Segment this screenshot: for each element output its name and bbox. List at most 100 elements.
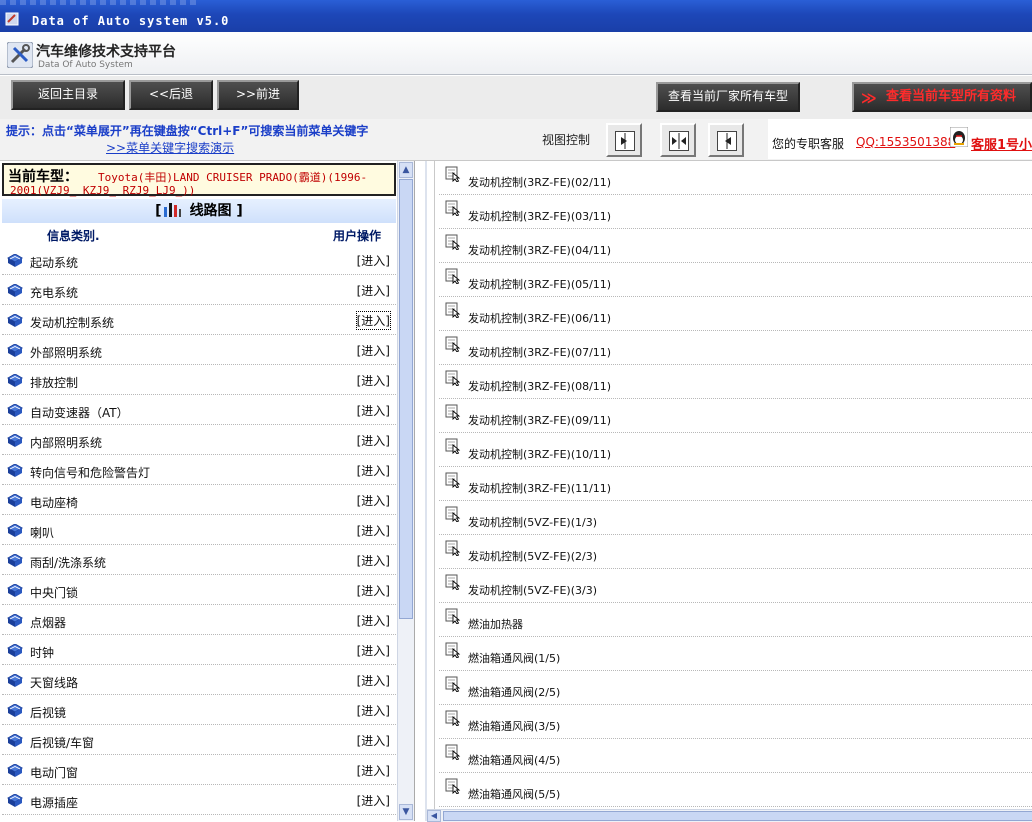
category-row[interactable]: 时钟 [进入] <box>2 635 396 665</box>
category-row[interactable]: 自动变速器（AT） [进入] <box>2 395 396 425</box>
document-name[interactable]: 燃油箱通风阀(5/5) <box>468 786 560 802</box>
document-name[interactable]: 发动机控制(3RZ-FE)(04/11) <box>468 242 611 258</box>
view-expand-left-button[interactable] <box>708 123 744 157</box>
document-row[interactable]: 发动机控制(3RZ-FE)(10/11) <box>439 433 1032 467</box>
cursor-doc-icon <box>445 302 461 319</box>
enter-link[interactable]: [进入] <box>357 432 390 449</box>
enter-link[interactable]: [进入] <box>357 762 390 779</box>
document-name[interactable]: 燃油箱通风阀(4/5) <box>468 752 560 768</box>
document-row[interactable]: 发动机控制(3RZ-FE)(09/11) <box>439 399 1032 433</box>
service-qq-link[interactable]: QQ:1553501388 <box>856 135 955 149</box>
enter-link[interactable]: [进入] <box>357 642 390 659</box>
document-name[interactable]: 燃油箱通风阀(2/5) <box>468 684 560 700</box>
enter-link[interactable]: [进入] <box>355 311 392 330</box>
enter-link[interactable]: [进入] <box>357 552 390 569</box>
category-row[interactable]: 点烟器 [进入] <box>2 605 396 635</box>
document-name[interactable]: 燃油箱通风阀(1/5) <box>468 650 560 666</box>
book-icon <box>6 343 24 358</box>
cursor-doc-icon <box>445 574 461 591</box>
category-row[interactable]: 电动门窗 [进入] <box>2 755 396 785</box>
document-name[interactable]: 发动机控制(3RZ-FE)(06/11) <box>468 310 611 326</box>
document-row[interactable]: 发动机控制(3RZ-FE)(02/11) <box>439 161 1032 195</box>
enter-link[interactable]: [进入] <box>357 282 390 299</box>
document-row[interactable]: 发动机控制(5VZ-FE)(2/3) <box>439 535 1032 569</box>
scroll-left-arrow[interactable]: ◀ <box>427 810 441 822</box>
document-name[interactable]: 发动机控制(5VZ-FE)(2/3) <box>468 548 597 564</box>
document-horizontal-scrollbar[interactable]: ◀ <box>427 809 1032 822</box>
enter-link[interactable]: [进入] <box>357 462 390 479</box>
category-row[interactable]: 电动座椅 [进入] <box>2 485 396 515</box>
scroll-up-arrow[interactable]: ▲ <box>399 162 413 178</box>
enter-link[interactable]: [进入] <box>357 612 390 629</box>
category-row[interactable]: 起动系统 [进入] <box>2 245 396 275</box>
document-row[interactable]: 燃油箱通风阀(2/5) <box>439 671 1032 705</box>
document-name[interactable]: 发动机控制(3RZ-FE)(08/11) <box>468 378 611 394</box>
search-demo-link[interactable]: >>菜单关键字搜索演示 <box>106 139 234 156</box>
document-row[interactable]: 燃油箱通风阀(5/5) <box>439 773 1032 807</box>
document-row[interactable]: 发动机控制(3RZ-FE)(06/11) <box>439 297 1032 331</box>
document-name[interactable]: 燃油加热器 <box>468 616 523 632</box>
category-row[interactable]: 内部照明系统 [进入] <box>2 425 396 455</box>
qq-penguin-icon[interactable] <box>950 127 968 147</box>
document-row[interactable]: 发动机控制(5VZ-FE)(1/3) <box>439 501 1032 535</box>
category-scrollbar[interactable]: ▲ ▼ <box>397 161 414 821</box>
document-name[interactable]: 发动机控制(3RZ-FE)(02/11) <box>468 174 611 190</box>
enter-link[interactable]: [进入] <box>357 402 390 419</box>
document-name[interactable]: 发动机控制(3RZ-FE)(05/11) <box>468 276 611 292</box>
category-row[interactable]: 发动机控制系统 [进入] <box>2 305 396 335</box>
category-row[interactable]: 后视镜/车窗 [进入] <box>2 725 396 755</box>
category-row[interactable]: 排放控制 [进入] <box>2 365 396 395</box>
document-row[interactable]: 发动机控制(3RZ-FE)(07/11) <box>439 331 1032 365</box>
document-row[interactable]: 燃油加热器 <box>439 603 1032 637</box>
document-name[interactable]: 发动机控制(3RZ-FE)(07/11) <box>468 344 611 360</box>
scroll-down-arrow[interactable]: ▼ <box>399 804 413 820</box>
category-row[interactable]: 后视镜 [进入] <box>2 695 396 725</box>
document-row[interactable]: 燃油箱通风阀(3/5) <box>439 705 1032 739</box>
enter-link[interactable]: [进入] <box>357 672 390 689</box>
panel-divider <box>434 161 435 809</box>
back-button[interactable]: <<后退 <box>129 80 213 110</box>
document-row[interactable]: 发动机控制(3RZ-FE)(11/11) <box>439 467 1032 501</box>
category-row[interactable]: 中央门锁 [进入] <box>2 575 396 605</box>
document-row[interactable]: 发动机控制(5VZ-FE)(3/3) <box>439 569 1032 603</box>
service-label: 您的专职客服 <box>772 137 845 151</box>
enter-link[interactable]: [进入] <box>357 342 390 359</box>
document-name[interactable]: 发动机控制(3RZ-FE)(10/11) <box>468 446 611 462</box>
view-expand-right-button[interactable] <box>606 123 642 157</box>
scroll-thumb[interactable] <box>399 179 413 619</box>
horizontal-scroll-thumb[interactable] <box>443 811 1032 821</box>
document-row[interactable]: 燃油箱通风阀(1/5) <box>439 637 1032 671</box>
enter-link[interactable]: [进入] <box>357 792 390 809</box>
document-name[interactable]: 发动机控制(5VZ-FE)(1/3) <box>468 514 597 530</box>
enter-link[interactable]: [进入] <box>357 522 390 539</box>
document-name[interactable]: 发动机控制(5VZ-FE)(3/3) <box>468 582 597 598</box>
document-name[interactable]: 发动机控制(3RZ-FE)(03/11) <box>468 208 611 224</box>
category-row[interactable]: 喇叭 [进入] <box>2 515 396 545</box>
category-row[interactable]: 充电系统 [进入] <box>2 275 396 305</box>
document-row[interactable]: 发动机控制(3RZ-FE)(05/11) <box>439 263 1032 297</box>
enter-link[interactable]: [进入] <box>357 252 390 269</box>
category-row[interactable]: 雨刮/洗涤系统 [进入] <box>2 545 396 575</box>
document-row[interactable]: 燃油箱通风阀(4/5) <box>439 739 1032 773</box>
forward-button[interactable]: >>前进 <box>217 80 299 110</box>
document-row[interactable]: 发动机控制(3RZ-FE)(08/11) <box>439 365 1032 399</box>
view-split-button[interactable] <box>660 123 696 157</box>
enter-link[interactable]: [进入] <box>357 582 390 599</box>
category-row[interactable]: 电源插座 [进入] <box>2 785 396 815</box>
enter-link[interactable]: [进入] <box>357 702 390 719</box>
document-name[interactable]: 燃油箱通风阀(3/5) <box>468 718 560 734</box>
manufacturer-models-button[interactable]: 查看当前厂家所有车型 <box>656 82 800 112</box>
service-agent-link[interactable]: 客服1号小 <box>971 134 1032 153</box>
category-row[interactable]: 天窗线路 [进入] <box>2 665 396 695</box>
enter-link[interactable]: [进入] <box>357 492 390 509</box>
category-row[interactable]: 外部照明系统 [进入] <box>2 335 396 365</box>
enter-link[interactable]: [进入] <box>357 732 390 749</box>
document-row[interactable]: 发动机控制(3RZ-FE)(04/11) <box>439 229 1032 263</box>
enter-link[interactable]: [进入] <box>357 372 390 389</box>
category-row[interactable]: 转向信号和危险警告灯 [进入] <box>2 455 396 485</box>
document-name[interactable]: 发动机控制(3RZ-FE)(11/11) <box>468 480 611 496</box>
home-button[interactable]: 返回主目录 <box>11 80 125 110</box>
document-name[interactable]: 发动机控制(3RZ-FE)(09/11) <box>468 412 611 428</box>
all-model-data-button[interactable]: ≫ 查看当前车型所有资料 <box>852 82 1032 112</box>
document-row[interactable]: 发动机控制(3RZ-FE)(03/11) <box>439 195 1032 229</box>
